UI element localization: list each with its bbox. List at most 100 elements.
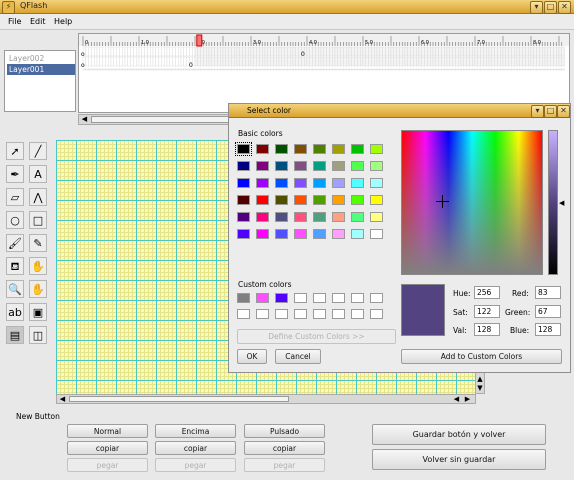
timeline-frame-cell[interactable]: [494, 56, 498, 67]
timeline-frame-cell[interactable]: [376, 56, 380, 67]
timeline-frame-cell[interactable]: [374, 46, 378, 57]
timeline-frame-cell[interactable]: [421, 56, 425, 67]
timeline-frame-cell[interactable]: [466, 56, 470, 67]
timeline-frame-cell[interactable]: [166, 68, 170, 71]
timeline-frame-cell[interactable]: [385, 46, 389, 57]
timeline-frame-cell[interactable]: [553, 46, 557, 57]
custom-color-swatch[interactable]: [370, 309, 383, 319]
timeline-frame-cell[interactable]: [169, 68, 173, 71]
timeline-frame-cell[interactable]: [519, 68, 523, 71]
timeline-frame-cell[interactable]: [113, 68, 117, 71]
timeline-frame-cell[interactable]: [458, 46, 462, 57]
timeline-frame-cell[interactable]: [133, 56, 137, 67]
basic-color-swatch[interactable]: [275, 229, 288, 239]
timeline-frame-cell[interactable]: [404, 68, 408, 71]
timeline-frame-cell[interactable]: [262, 46, 266, 57]
timeline-frame-cell[interactable]: [542, 56, 546, 67]
timeline-frame-cell[interactable]: [166, 56, 170, 67]
timeline-frame-cell[interactable]: [525, 56, 529, 67]
timeline-frame-cell[interactable]: [486, 46, 490, 57]
timeline-frame-cell[interactable]: [234, 68, 238, 71]
timeline-frame-cell[interactable]: [329, 68, 333, 71]
timeline-frame-cell[interactable]: [278, 46, 282, 57]
timeline-frame-cell[interactable]: [200, 46, 204, 57]
timeline-frame-cell[interactable]: [169, 56, 173, 67]
basic-color-swatch[interactable]: [275, 212, 288, 222]
timeline-frame-cell[interactable]: [144, 68, 148, 71]
timeline-frame-cell[interactable]: [486, 56, 490, 67]
timeline-frame-cell[interactable]: [259, 46, 263, 57]
timeline-frame-cell[interactable]: [346, 46, 350, 57]
timeline-frame-cell[interactable]: [351, 46, 355, 57]
basic-color-swatch[interactable]: [370, 212, 383, 222]
timeline-frame-cell[interactable]: [222, 56, 226, 67]
basic-color-swatch[interactable]: [237, 212, 250, 222]
timeline-frame-cell[interactable]: [306, 46, 310, 57]
timeline-frame-cell[interactable]: [343, 46, 347, 57]
timeline-frame-cell[interactable]: [262, 68, 266, 71]
timeline-frame-cell[interactable]: [516, 46, 520, 57]
basic-color-swatch[interactable]: [332, 212, 345, 222]
timeline-frame-cell[interactable]: [122, 56, 126, 67]
timeline-frame-cell[interactable]: [388, 46, 392, 57]
timeline-frame-cell[interactable]: [253, 56, 257, 67]
basic-color-swatch[interactable]: [294, 161, 307, 171]
timeline-frame-cell[interactable]: [483, 56, 487, 67]
timeline-frame-cell[interactable]: [348, 56, 352, 67]
timeline-frame-cell[interactable]: [206, 68, 210, 71]
timeline-frame-cell[interactable]: [424, 68, 428, 71]
timeline-frame-cell[interactable]: [91, 46, 95, 57]
timeline-frame-cell[interactable]: [444, 68, 448, 71]
timeline-frame-cell[interactable]: [155, 46, 159, 57]
timeline-frame-cell[interactable]: [290, 56, 294, 67]
timeline-frame-cell[interactable]: [561, 68, 565, 71]
timeline-frame-cell[interactable]: [452, 56, 456, 67]
maximize-button[interactable]: □: [544, 1, 557, 14]
timeline-frame-cell[interactable]: [418, 46, 422, 57]
timeline-frame-cell[interactable]: [250, 46, 254, 57]
timeline-frame-cell[interactable]: [133, 68, 137, 71]
line-icon[interactable]: ╱: [29, 142, 47, 160]
timeline-frame-cell[interactable]: [183, 56, 187, 67]
timeline-frame-cell[interactable]: [379, 56, 383, 67]
timeline-frame-cell[interactable]: [298, 56, 302, 67]
basic-color-swatch[interactable]: [256, 195, 269, 205]
timeline-frame-cell[interactable]: [539, 46, 543, 57]
timeline-frame-cell[interactable]: [421, 68, 425, 71]
timeline-frame-cell[interactable]: [96, 46, 100, 57]
timeline-frame-cell[interactable]: [435, 46, 439, 57]
timeline-frame-cell[interactable]: [136, 46, 140, 57]
timeline-frame-cell[interactable]: [172, 46, 176, 57]
timeline-frame-cell[interactable]: [85, 68, 89, 71]
timeline-frame-cell[interactable]: [449, 68, 453, 71]
timeline-frame-cell[interactable]: [351, 56, 355, 67]
timeline-frame-cell[interactable]: [152, 68, 156, 71]
timeline-frame-cell[interactable]: [197, 46, 201, 57]
timeline-frame-cell[interactable]: [396, 56, 400, 67]
timeline-frame-cell[interactable]: [304, 56, 308, 67]
timeline-frame-cell[interactable]: [278, 56, 282, 67]
timeline-frame-cell[interactable]: [315, 56, 319, 67]
hue-input[interactable]: 256: [474, 286, 500, 299]
custom-color-swatch[interactable]: [275, 293, 288, 303]
timeline-frame-cell[interactable]: [248, 46, 252, 57]
timeline-frame-cell[interactable]: [323, 68, 327, 71]
timeline-frame-cell[interactable]: [231, 68, 235, 71]
timeline-frame-cell[interactable]: [550, 56, 554, 67]
timeline-frame-cell[interactable]: [430, 46, 434, 57]
timeline-frame-cell[interactable]: [533, 68, 537, 71]
timeline-frame-cell[interactable]: [217, 56, 221, 67]
timeline-frame-cell[interactable]: [169, 46, 173, 57]
timeline-frame-cell[interactable]: [189, 68, 193, 71]
custom-color-swatch[interactable]: [294, 309, 307, 319]
timeline-frame-cell[interactable]: [505, 68, 509, 71]
timeline-frame-cell[interactable]: [561, 56, 565, 67]
timeline-frame-cell[interactable]: [312, 56, 316, 67]
timeline-frame-cell[interactable]: [136, 68, 140, 71]
timeline-frame-cell[interactable]: [455, 56, 459, 67]
timeline-frame-cell[interactable]: [354, 56, 358, 67]
timeline-frame-cell[interactable]: [458, 56, 462, 67]
timeline-frame-cell[interactable]: [242, 68, 246, 71]
custom-color-swatch[interactable]: [351, 309, 364, 319]
timeline-frame-cell[interactable]: [242, 56, 246, 67]
